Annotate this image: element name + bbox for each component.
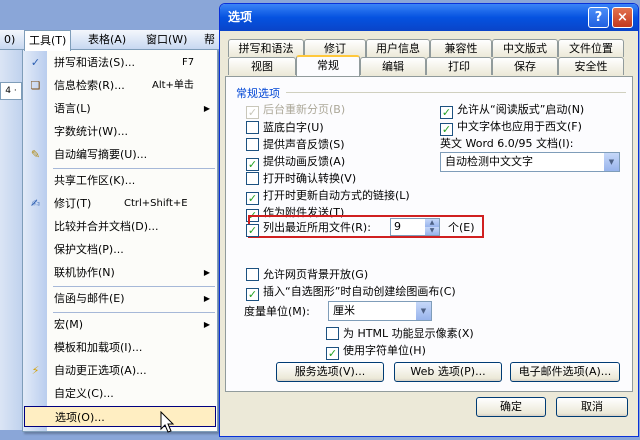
submenu-arrow-icon: ▶ — [203, 294, 210, 303]
submenu-arrow-icon: ▶ — [203, 320, 210, 329]
recent-files-spinner[interactable]: 9 ▲ ▼ — [390, 218, 440, 236]
submenu-arrow-icon: ▶ — [203, 104, 210, 113]
menu-bar: 0) 工具(T) 表格(A) 窗口(W) 帮 — [0, 30, 222, 51]
checkbox[interactable]: ✓ — [246, 106, 259, 119]
email-options-button[interactable]: 电子邮件选项(A)... — [510, 362, 620, 382]
close-button[interactable]: × — [612, 7, 633, 28]
tab-asian-typography[interactable]: 中文版式 — [492, 39, 558, 57]
checkbox[interactable]: ✓ — [326, 347, 339, 360]
spelling-icon: ✓ — [30, 56, 41, 69]
recent-files-count: 9 — [394, 220, 401, 233]
tab-save[interactable]: 保存 — [492, 57, 558, 75]
checkbox[interactable] — [246, 138, 259, 151]
option-drawing-canvas[interactable]: ✓ 插入“自选图形”时自动创建绘图画布(C) — [246, 284, 456, 301]
menu-item-macro[interactable]: 宏(M) ▶ — [24, 314, 216, 335]
option-blue-background[interactable]: 蓝底白字(U) — [246, 120, 324, 135]
option-recent-files[interactable]: ✓ 列出最近所用文件(R): — [246, 220, 371, 237]
menu-item-letters-mailings[interactable]: 信函与邮件(E) ▶ — [24, 288, 216, 309]
menu-item-track-changes[interactable]: ✍ 修订(T) Ctrl+Shift+E — [24, 193, 216, 214]
mouse-cursor-icon — [160, 411, 175, 433]
menu-item-window[interactable]: 窗口(W) — [142, 30, 191, 50]
track-changes-icon: ✍ — [30, 197, 41, 210]
research-icon: ❏ — [30, 79, 41, 92]
dialog-title-bar[interactable]: 选项 — [220, 4, 638, 31]
menu-item-fragment[interactable]: 0) — [0, 30, 19, 50]
tools-menu: ✓ 拼写和语法(S)... F7 ❏ 信息检索(R)... Alt+单击 语言(… — [22, 49, 218, 432]
chevron-down-icon[interactable]: ▼ — [603, 153, 619, 171]
menu-item-shared-workspace[interactable]: 共享工作区(K)... — [24, 170, 216, 191]
tab-user-info[interactable]: 用户信息 — [366, 39, 430, 57]
checkbox[interactable] — [326, 327, 339, 340]
word6-dropdown[interactable]: 自动检测中文文字 ▼ — [440, 152, 620, 172]
checkbox[interactable]: ✓ — [246, 288, 259, 301]
checkbox[interactable]: ✓ — [246, 224, 259, 237]
checkbox[interactable]: ✓ — [246, 192, 259, 205]
menu-item-spelling[interactable]: ✓ 拼写和语法(S)... F7 — [24, 52, 216, 73]
autocorrect-icon: ⚡ — [31, 364, 40, 377]
tab-file-locations[interactable]: 文件位置 — [558, 39, 624, 57]
menu-item-language[interactable]: 语言(L) ▶ — [24, 98, 216, 119]
spin-up-icon[interactable]: ▲ — [425, 219, 439, 227]
checkbox[interactable] — [246, 268, 259, 281]
option-sound-feedback[interactable]: 提供声音反馈(S) — [246, 137, 345, 152]
tab-print[interactable]: 打印 — [426, 57, 492, 75]
menu-separator — [53, 286, 215, 287]
recent-files-unit: 个(E) — [448, 221, 475, 234]
option-update-links[interactable]: ✓ 打开时更新自动方式的链接(L) — [246, 188, 410, 205]
chevron-down-icon[interactable]: ▼ — [415, 302, 431, 320]
option-reading-layout[interactable]: ✓ 允许从“阅读版式”启动(N) — [440, 102, 584, 119]
tab-view[interactable]: 视图 — [228, 57, 296, 75]
menu-item-protect-document[interactable]: 保护文档(P)... — [24, 239, 216, 260]
ok-button[interactable]: 确定 — [476, 397, 546, 417]
menu-item-word-count[interactable]: 字数统计(W)... — [24, 121, 216, 142]
submenu-arrow-icon: ▶ — [203, 268, 210, 277]
spin-down-icon[interactable]: ▼ — [425, 227, 439, 235]
group-divider — [286, 92, 626, 93]
checkbox[interactable]: ✓ — [440, 123, 453, 136]
tab-spelling-grammar[interactable]: 拼写和语法 — [228, 39, 304, 57]
option-background-repagination[interactable]: ✓ 后台重新分页(B) — [246, 102, 345, 119]
word6-label: 英文 Word 6.0/95 文档(I): — [440, 137, 574, 150]
help-button[interactable]: ? — [588, 7, 609, 28]
font-size-box[interactable]: 4 · — [0, 82, 22, 100]
menu-item-options[interactable]: 选项(O)... — [24, 406, 216, 427]
checkbox[interactable]: ✓ — [246, 158, 259, 171]
group-title: 常规选项 — [236, 87, 280, 100]
tab-compatibility[interactable]: 兼容性 — [430, 39, 492, 57]
dialog-title: 选项 — [228, 10, 253, 24]
options-dialog: 选项 ? × 拼写和语法 修订 用户信息 兼容性 中文版式 文件位置 视图 常规… — [219, 3, 639, 437]
option-animation-feedback[interactable]: ✓ 提供动画反馈(A) — [246, 154, 345, 171]
cancel-button[interactable]: 取消 — [556, 397, 628, 417]
unit-dropdown[interactable]: 厘米 ▼ — [328, 301, 432, 321]
menu-item-table[interactable]: 表格(A) — [84, 30, 130, 50]
general-tab-panel: 常规选项 ✓ 后台重新分页(B) 蓝底白字(U) 提供声音反馈(S) ✓ 提供动画反… — [225, 76, 633, 392]
menu-item-compare-merge[interactable]: 比较并合并文档(D)... — [24, 216, 216, 237]
menu-item-autocorrect[interactable]: ⚡ 自动更正选项(A)... — [24, 360, 216, 381]
autosummarize-icon: ✎ — [30, 148, 41, 161]
menu-item-help[interactable]: 帮 — [200, 30, 219, 50]
menu-item-tools[interactable]: 工具(T) — [24, 30, 72, 51]
web-options-button[interactable]: Web 选项(P)... — [394, 362, 502, 382]
checkbox[interactable] — [246, 121, 259, 134]
checkbox[interactable] — [246, 172, 259, 185]
option-web-background[interactable]: 允许网页背景开放(G) — [246, 267, 368, 282]
menu-separator — [53, 312, 215, 313]
option-html-pixels[interactable]: 为 HTML 功能显示像素(X) — [326, 326, 474, 341]
menu-item-online-collaboration[interactable]: 联机协作(N) ▶ — [24, 262, 216, 283]
checkbox[interactable]: ✓ — [440, 106, 453, 119]
service-options-button[interactable]: 服务选项(V)... — [276, 362, 384, 382]
unit-label: 度量单位(M): — [244, 305, 310, 318]
option-asian-font-western[interactable]: ✓ 中文字体也应用于西文(F) — [440, 119, 582, 136]
option-char-units[interactable]: ✓ 使用字符单位(H) — [326, 343, 426, 360]
option-confirm-conversion[interactable]: 打开时确认转换(V) — [246, 171, 356, 186]
menu-item-customize[interactable]: 自定义(C)... — [24, 383, 216, 404]
menu-item-research[interactable]: ❏ 信息检索(R)... Alt+单击 — [24, 75, 216, 96]
tab-security[interactable]: 安全性 — [558, 57, 624, 75]
tab-general[interactable]: 常规 — [296, 55, 360, 76]
menu-separator — [53, 168, 215, 169]
menu-item-autosummarize[interactable]: ✎ 自动编写摘要(U)... — [24, 144, 216, 165]
menu-item-templates-addins[interactable]: 模板和加载项(I)... — [24, 337, 216, 358]
tab-edit[interactable]: 编辑 — [360, 57, 426, 75]
